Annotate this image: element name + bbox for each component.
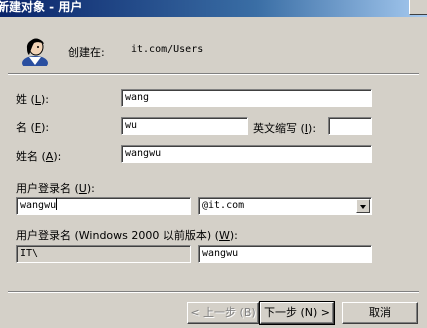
last-name-label: 姓 (L): (16, 93, 49, 106)
separator (8, 73, 419, 75)
first-name-field[interactable]: wu (121, 117, 248, 135)
close-button[interactable] (409, 0, 427, 15)
created-in-value: it.com/Users (131, 44, 204, 55)
first-name-label: 名 (F): (16, 121, 50, 134)
user-icon (22, 38, 48, 66)
full-name-field[interactable]: wangwu (121, 145, 372, 163)
text-caret (56, 198, 58, 210)
title-bar[interactable]: 新建对象 - 用户 (0, 0, 427, 17)
logon-name-label: 用户登录名 (U): (16, 182, 95, 195)
pre2000-name-field[interactable]: wangwu (198, 245, 372, 263)
upn-suffix-select[interactable]: @it.com (198, 197, 372, 215)
cancel-button[interactable]: 取消 (342, 302, 418, 324)
window-title: 新建对象 - 用户 (0, 0, 83, 14)
full-name-label: 姓名 (A): (16, 150, 62, 163)
initials-label: 英文缩写 (I): (253, 122, 317, 135)
initials-field[interactable] (328, 117, 372, 135)
upn-suffix-value: @it.com (202, 200, 245, 211)
domain-prefix-field: IT\ (16, 245, 191, 263)
back-button[interactable]: < 上一步 (B) (187, 302, 259, 324)
logon-name-field[interactable]: wangwu (16, 197, 191, 215)
pre2000-logon-label: 用户登录名 (Windows 2000 以前版本) (W): (16, 229, 238, 242)
created-in-label: 创建在: (68, 46, 105, 59)
next-button[interactable]: 下一步 (N) > (259, 301, 335, 325)
last-name-field[interactable]: wang (121, 89, 372, 107)
chevron-down-icon[interactable] (356, 199, 370, 213)
separator (8, 291, 419, 293)
